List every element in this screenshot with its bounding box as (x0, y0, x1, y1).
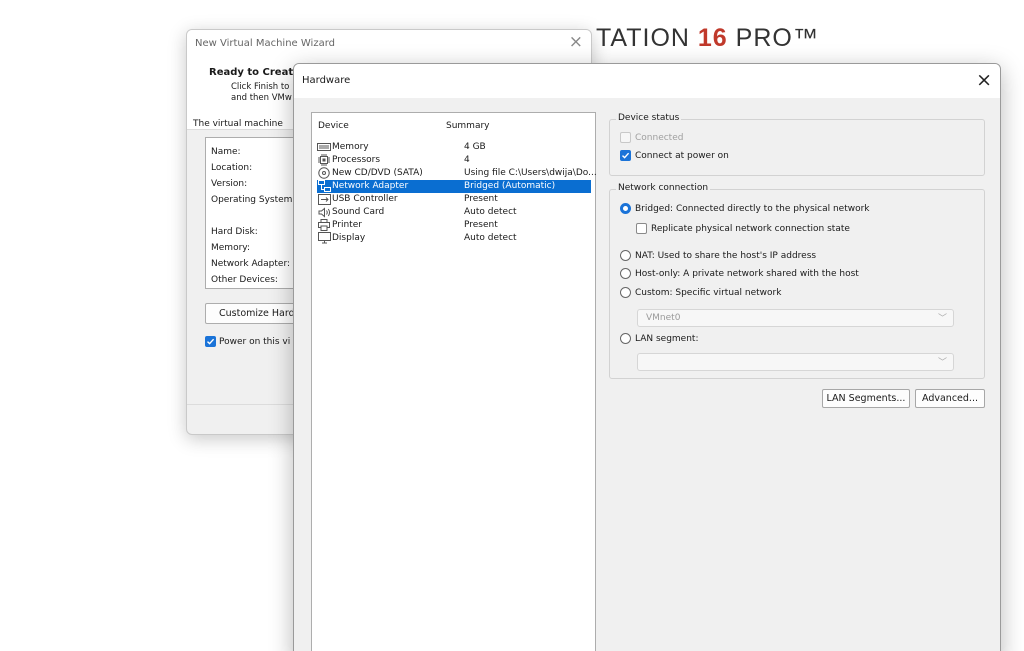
advanced-button[interactable]: Advanced... (915, 389, 985, 408)
radio-selected-icon (620, 203, 631, 214)
device-name: USB Controller (332, 194, 398, 204)
device-summary: Auto detect (464, 233, 517, 243)
brand-version: 16 (697, 24, 728, 52)
power-on-label: Power on this vi (219, 336, 291, 347)
device-status-group: Device status Connected Connect at power… (609, 113, 985, 176)
device-list[interactable]: Device Summary Memory 4 GB Processors 4 … (311, 112, 597, 651)
custom-label: Custom: Specific virtual network (635, 287, 782, 298)
connect-at-power-on-label: Connect at power on (635, 150, 729, 161)
brand-title: TATION 16 PRO™ (596, 24, 819, 53)
device-summary: Using file C:\Users\dwija\Do... (464, 168, 597, 178)
device-name: Memory (332, 142, 369, 152)
device-row-printer[interactable]: Printer Present (317, 219, 591, 232)
nat-label: NAT: Used to share the host's IP address (635, 250, 817, 261)
lan-segments-button[interactable]: LAN Segments... (822, 389, 910, 408)
wizard-subtitle-1: Click Finish to (231, 82, 290, 92)
processor-icon (317, 154, 331, 166)
device-name: Processors (332, 155, 381, 165)
wizard-subtitle-2: and then VMw (231, 93, 292, 103)
hardware-close-icon[interactable]: × (976, 71, 992, 90)
checkbox-unchecked-icon (620, 132, 631, 143)
device-row-network-adapter[interactable]: Network Adapter Bridged (Automatic) (317, 180, 591, 193)
power-on-checkbox[interactable]: Power on this vi (205, 336, 290, 347)
device-summary: Auto detect (464, 207, 517, 217)
device-summary: 4 GB (464, 142, 486, 152)
lan-segment-select[interactable]: ﹀ (637, 353, 954, 371)
speaker-icon (317, 206, 331, 218)
replicate-state-checkbox[interactable]: Replicate physical network connection st… (636, 223, 850, 234)
network-adapter-icon (317, 180, 331, 192)
bridged-label: Bridged: Connected directly to the physi… (635, 203, 870, 214)
custom-radio[interactable]: Custom: Specific virtual network (620, 287, 781, 298)
chevron-down-icon: ﹀ (937, 314, 947, 324)
chevron-down-icon: ﹀ (937, 358, 947, 368)
device-row-sound-card[interactable]: Sound Card Auto detect (317, 206, 591, 219)
radio-unselected-icon (620, 268, 631, 279)
cd-dvd-icon (317, 167, 331, 179)
wizard-titlebar: New Virtual Machine Wizard × (187, 30, 591, 58)
hardware-titlebar: Hardware × (294, 64, 1000, 98)
host-only-radio[interactable]: Host-only: A private network shared with… (620, 268, 859, 279)
device-row-cd-dvd[interactable]: New CD/DVD (SATA) Using file C:\Users\dw… (317, 167, 597, 180)
summary-label-version: Version: (211, 179, 248, 189)
usb-icon (317, 193, 331, 205)
network-connection-group: Network connection Bridged: Connected di… (609, 183, 985, 379)
network-connection-legend: Network connection (616, 183, 711, 193)
brand-text: TATION (596, 24, 698, 52)
connect-at-power-on-checkbox[interactable]: Connect at power on (620, 150, 729, 161)
display-icon (317, 232, 331, 244)
device-summary: 4 (464, 155, 470, 165)
vmnet-value: VMnet0 (646, 313, 681, 323)
device-status-legend: Device status (616, 113, 682, 123)
radio-unselected-icon (620, 250, 631, 261)
device-name: Network Adapter (332, 181, 409, 191)
summary-label-location: Location: (211, 163, 253, 173)
device-name: Printer (332, 220, 362, 230)
summary-label-network: Network Adapter: (211, 259, 291, 269)
connected-checkbox[interactable]: Connected (620, 132, 683, 143)
device-summary: Present (464, 220, 498, 230)
summary-label-other: Other Devices: (211, 275, 278, 285)
radio-unselected-icon (620, 333, 631, 344)
device-column-header[interactable]: Device (318, 121, 349, 131)
host-only-label: Host-only: A private network shared with… (635, 268, 859, 279)
bridged-radio[interactable]: Bridged: Connected directly to the physi… (620, 203, 870, 214)
device-name: Display (332, 233, 366, 243)
nat-radio[interactable]: NAT: Used to share the host's IP address (620, 250, 816, 261)
brand-suffix: PRO™ (727, 24, 819, 52)
radio-unselected-icon (620, 287, 631, 298)
summary-label-name: Name: (211, 147, 241, 157)
summary-column-header[interactable]: Summary (446, 121, 490, 131)
printer-icon (317, 219, 331, 231)
summary-label-os: Operating System (211, 195, 293, 205)
checkbox-checked-icon (205, 336, 216, 347)
device-row-display[interactable]: Display Auto detect (317, 232, 591, 245)
wizard-close-icon[interactable]: × (569, 34, 583, 51)
hardware-title: Hardware (302, 75, 351, 86)
checkbox-checked-icon (620, 150, 631, 161)
memory-icon (317, 141, 331, 153)
device-name: New CD/DVD (SATA) (332, 168, 423, 178)
summary-label-hard-disk: Hard Disk: (211, 227, 258, 237)
summary-label-memory: Memory: (211, 243, 250, 253)
device-summary: Present (464, 194, 498, 204)
device-name: Sound Card (332, 207, 385, 217)
wizard-heading: Ready to Creat (209, 67, 294, 78)
wizard-intro: The virtual machine (193, 119, 283, 129)
lan-segment-radio[interactable]: LAN segment: (620, 333, 698, 344)
device-row-usb-controller[interactable]: USB Controller Present (317, 193, 591, 206)
wizard-title: New Virtual Machine Wizard (195, 38, 335, 49)
lan-segment-label: LAN segment: (635, 333, 699, 344)
device-row-memory[interactable]: Memory 4 GB (317, 141, 591, 154)
connected-label: Connected (635, 132, 684, 143)
hardware-dialog: Hardware × Device Summary Memory 4 GB Pr… (293, 63, 1001, 651)
replicate-state-label: Replicate physical network connection st… (651, 223, 850, 234)
device-row-processors[interactable]: Processors 4 (317, 154, 591, 167)
checkbox-unchecked-icon (636, 223, 647, 234)
vmnet-select[interactable]: VMnet0 ﹀ (637, 309, 954, 327)
device-summary: Bridged (Automatic) (464, 181, 556, 191)
